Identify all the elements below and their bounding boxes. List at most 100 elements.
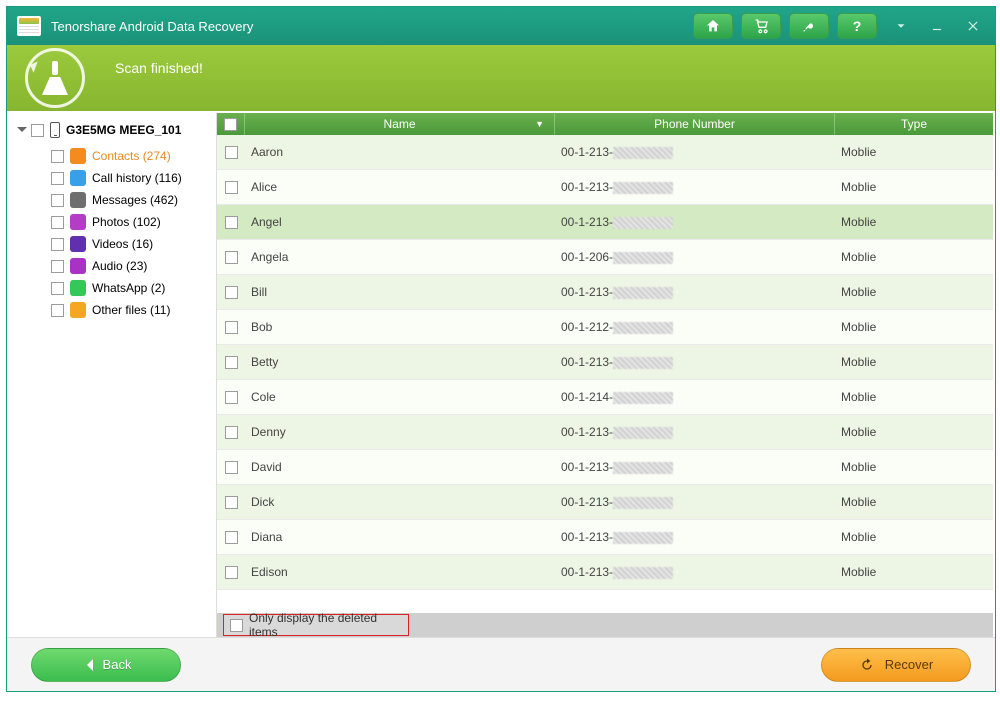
table-row[interactable]: Betty00-1-213-Moblie <box>217 345 993 380</box>
tree-device-row[interactable]: G3E5MG MEEG_101 <box>15 119 212 141</box>
table-row[interactable]: Cole00-1-214-Moblie <box>217 380 993 415</box>
app-logo-icon <box>17 16 41 36</box>
row-checkbox-cell <box>217 566 245 579</box>
phone-redacted <box>613 462 673 474</box>
cell-type: Moblie <box>835 320 993 334</box>
back-button[interactable]: Back <box>31 648 181 682</box>
sidebar-item-label: Videos (16) <box>92 237 153 251</box>
table-body[interactable]: Aaron00-1-213-MoblieAlice00-1-213-Moblie… <box>217 135 993 613</box>
sidebar-item-1[interactable]: Call history (116) <box>51 167 212 189</box>
table-row[interactable]: Denny00-1-213-Moblie <box>217 415 993 450</box>
row-checkbox[interactable] <box>225 216 238 229</box>
sidebar-checkbox[interactable] <box>51 150 64 163</box>
row-checkbox[interactable] <box>225 321 238 334</box>
sidebar-item-label: Other files (11) <box>92 303 170 317</box>
help-button[interactable]: ? <box>837 13 877 39</box>
table-row[interactable]: Aaron00-1-213-Moblie <box>217 135 993 170</box>
cell-type: Moblie <box>835 145 993 159</box>
row-checkbox[interactable] <box>225 496 238 509</box>
row-checkbox-cell <box>217 426 245 439</box>
cell-name: Betty <box>245 355 555 369</box>
sidebar-item-5[interactable]: Audio (23) <box>51 255 212 277</box>
row-checkbox[interactable] <box>225 181 238 194</box>
header-name-label: Name <box>383 117 415 131</box>
cell-name: Alice <box>245 180 555 194</box>
row-checkbox[interactable] <box>225 566 238 579</box>
cell-phone: 00-1-214- <box>555 390 835 404</box>
sidebar-item-6[interactable]: WhatsApp (2) <box>51 277 212 299</box>
sidebar-checkbox[interactable] <box>51 304 64 317</box>
row-checkbox[interactable] <box>225 391 238 404</box>
bottom-bar: Back Recover <box>7 637 995 691</box>
sidebar-checkbox[interactable] <box>51 238 64 251</box>
row-checkbox[interactable] <box>225 461 238 474</box>
minimize-button[interactable] <box>925 14 949 38</box>
home-button[interactable] <box>693 13 733 39</box>
back-label: Back <box>103 657 132 672</box>
tree-children: Contacts (274)Call history (116)Messages… <box>51 145 212 321</box>
question-icon: ? <box>853 18 862 34</box>
row-checkbox-cell <box>217 531 245 544</box>
table-row[interactable]: Angel00-1-213-Moblie <box>217 205 993 240</box>
cart-button[interactable] <box>741 13 781 39</box>
phone-prefix: 00-1-214- <box>561 390 613 404</box>
titlebar: Tenorshare Android Data Recovery ? <box>7 7 995 45</box>
filter-checkbox[interactable] <box>230 619 243 632</box>
cell-name: Cole <box>245 390 555 404</box>
cell-type: Moblie <box>835 565 993 579</box>
table-row[interactable]: Diana00-1-213-Moblie <box>217 520 993 555</box>
sidebar-checkbox[interactable] <box>51 260 64 273</box>
expand-icon[interactable] <box>17 127 27 137</box>
table-area: Name ▼ Phone Number Type Aaron00-1-213-M… <box>217 113 993 637</box>
row-checkbox[interactable] <box>225 356 238 369</box>
select-all-checkbox[interactable] <box>224 118 237 131</box>
table-row[interactable]: Dick00-1-213-Moblie <box>217 485 993 520</box>
row-checkbox[interactable] <box>225 286 238 299</box>
table-row[interactable]: Angela00-1-206-Moblie <box>217 240 993 275</box>
cell-type: Moblie <box>835 355 993 369</box>
key-button[interactable] <box>789 13 829 39</box>
phone-redacted <box>613 357 673 369</box>
phone-prefix: 00-1-213- <box>561 285 613 299</box>
dropdown-button[interactable] <box>889 14 913 38</box>
status-banner: Scan finished! <box>7 45 995 111</box>
sidebar-checkbox[interactable] <box>51 172 64 185</box>
header-type[interactable]: Type <box>835 113 993 135</box>
status-text: Scan finished! <box>115 60 203 76</box>
sidebar-item-0[interactable]: Contacts (274) <box>51 145 212 167</box>
table-row[interactable]: David00-1-213-Moblie <box>217 450 993 485</box>
row-checkbox[interactable] <box>225 531 238 544</box>
header-name[interactable]: Name ▼ <box>245 113 555 135</box>
recover-label: Recover <box>885 657 933 672</box>
sidebar-item-3[interactable]: Photos (102) <box>51 211 212 233</box>
sidebar-checkbox[interactable] <box>51 282 64 295</box>
sidebar-checkbox[interactable] <box>51 194 64 207</box>
row-checkbox-cell <box>217 461 245 474</box>
content-area: G3E5MG MEEG_101 Contacts (274)Call histo… <box>7 111 995 637</box>
row-checkbox[interactable] <box>225 251 238 264</box>
row-checkbox[interactable] <box>225 426 238 439</box>
recover-button[interactable]: Recover <box>821 648 971 682</box>
device-checkbox[interactable] <box>31 124 44 137</box>
row-checkbox-cell <box>217 216 245 229</box>
sidebar-checkbox[interactable] <box>51 216 64 229</box>
cell-name: Angela <box>245 250 555 264</box>
deleted-items-filter[interactable]: Only display the deleted items <box>223 614 409 636</box>
phone-prefix: 00-1-213- <box>561 425 613 439</box>
phone-prefix: 00-1-212- <box>561 320 613 334</box>
row-checkbox-cell <box>217 251 245 264</box>
sidebar-item-label: Photos (102) <box>92 215 161 229</box>
table-row[interactable]: Bill00-1-213-Moblie <box>217 275 993 310</box>
sidebar-item-2[interactable]: Messages (462) <box>51 189 212 211</box>
sidebar-item-7[interactable]: Other files (11) <box>51 299 212 321</box>
table-row[interactable]: Alice00-1-213-Moblie <box>217 170 993 205</box>
sidebar-item-4[interactable]: Videos (16) <box>51 233 212 255</box>
close-button[interactable] <box>961 14 985 38</box>
header-phone[interactable]: Phone Number <box>555 113 835 135</box>
table-row[interactable]: Bob00-1-212-Moblie <box>217 310 993 345</box>
header-checkbox-col <box>217 113 245 135</box>
row-checkbox[interactable] <box>225 146 238 159</box>
table-row[interactable]: Edison00-1-213-Moblie <box>217 555 993 590</box>
cell-type: Moblie <box>835 180 993 194</box>
phone-redacted <box>613 322 673 334</box>
